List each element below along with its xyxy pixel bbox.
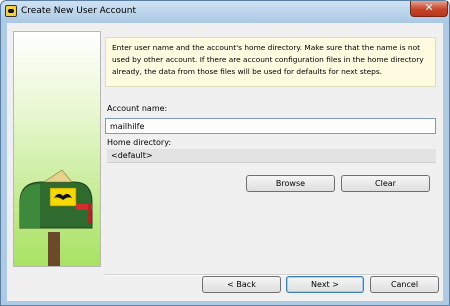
home-directory-field: <default> <box>107 149 436 163</box>
back-button[interactable]: < Back <box>202 276 281 293</box>
browse-button[interactable]: Browse <box>246 175 335 192</box>
title-bar[interactable]: Create New User Account ✕ <box>1 1 449 23</box>
dialog-window: Create New User Account ✕ Enter user nam… <box>0 0 450 306</box>
wizard-sidebar <box>13 31 101 267</box>
home-directory-label: Home directory: <box>107 138 172 147</box>
letter-icon <box>43 169 73 183</box>
close-button[interactable]: ✕ <box>410 1 448 17</box>
mailbox-illustration <box>19 169 93 266</box>
mailbox-post <box>48 232 60 266</box>
cancel-button[interactable]: Cancel <box>370 276 439 293</box>
info-text: Enter user name and the account's home d… <box>112 43 424 76</box>
dialog-client-area: Enter user name and the account's home d… <box>7 23 443 301</box>
account-name-input[interactable] <box>105 118 436 134</box>
flag-pole <box>88 204 91 224</box>
next-button[interactable]: Next > <box>286 276 364 293</box>
info-panel: Enter user name and the account's home d… <box>105 37 436 87</box>
account-name-label: Account name: <box>107 104 168 113</box>
window-title: Create New User Account <box>21 6 136 16</box>
clear-button[interactable]: Clear <box>341 175 430 192</box>
close-icon: ✕ <box>424 1 434 14</box>
bat-logo-icon <box>5 5 17 17</box>
